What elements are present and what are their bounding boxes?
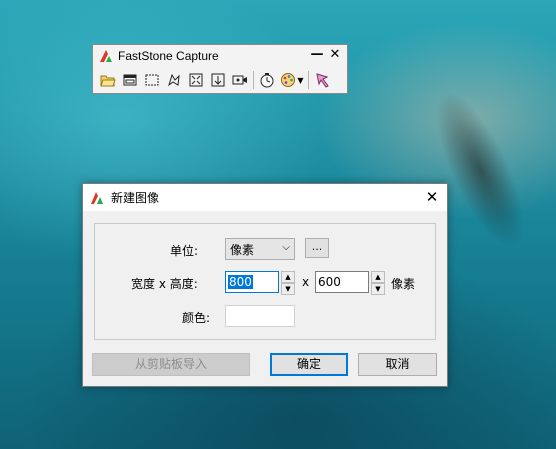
capture-freehand-button[interactable] (163, 70, 185, 90)
size-unit-label: 像素 (391, 277, 416, 291)
more-options-button[interactable]: ... (305, 238, 329, 258)
cancel-button[interactable]: 取消 (358, 353, 437, 376)
capture-fullscreen-button[interactable] (185, 70, 207, 90)
width-input-value: 800 (228, 275, 253, 289)
output-destination-button[interactable]: ▼ (278, 70, 306, 90)
chevron-down-icon: ▼ (297, 75, 304, 85)
toolbar-title: FastStone Capture (118, 49, 219, 63)
faststone-logo-icon (100, 50, 112, 62)
times-label: x (302, 275, 310, 289)
dialog-app-icon (91, 191, 103, 204)
spin-down-icon[interactable]: ▼ (371, 283, 385, 295)
color-label: 颜色: (182, 311, 211, 325)
height-input[interactable]: 600 (315, 271, 369, 293)
size-label: 宽度 x 高度: (131, 277, 198, 291)
spin-up-icon[interactable]: ▲ (281, 271, 295, 283)
width-spinner[interactable]: ▲ ▼ (281, 271, 295, 295)
output-palette-icon (281, 73, 296, 87)
color-picker[interactable] (225, 305, 295, 327)
toolbar-separator (253, 71, 254, 89)
settings-icon (316, 73, 329, 88)
capture-freehand-icon (168, 73, 180, 87)
spin-up-icon[interactable]: ▲ (371, 271, 385, 283)
screen-recorder-icon (232, 75, 247, 85)
height-spinner[interactable]: ▲ ▼ (371, 271, 385, 295)
toolbar-titlebar[interactable]: FastStone Capture — ✕ (93, 45, 347, 67)
ok-button[interactable]: 确定 (270, 353, 348, 376)
open-folder-icon (100, 75, 116, 87)
delay-timer-button[interactable] (256, 70, 278, 90)
capture-tools: ▼ (93, 67, 347, 93)
unit-label: 单位: (170, 244, 199, 258)
delay-timer-icon (260, 73, 274, 88)
dialog-titlebar[interactable]: 新建图像 ✕ (83, 184, 447, 211)
capture-window-icon (123, 74, 137, 86)
width-input[interactable]: 800 (225, 271, 279, 293)
minimize-button[interactable]: — (309, 47, 325, 63)
capture-scrolling-icon (211, 73, 225, 87)
dialog-close-button[interactable]: ✕ (417, 184, 447, 211)
capture-window-button[interactable] (119, 70, 141, 90)
screen-recorder-button[interactable] (229, 70, 251, 90)
capture-scrolling-button[interactable] (207, 70, 229, 90)
height-input-value: 600 (318, 275, 341, 289)
spin-down-icon[interactable]: ▼ (281, 283, 295, 295)
new-image-dialog[interactable]: 新建图像 ✕ 单位: 像素 ⌵ ... 宽度 x 高度: 800 ▲ ▼ x 6… (82, 183, 448, 387)
settings-group: 单位: 像素 ⌵ ... 宽度 x 高度: 800 ▲ ▼ x 600 ▲ ▼ … (94, 223, 436, 340)
capture-rectangle-icon (145, 74, 159, 86)
unit-select[interactable]: 像素 ⌵ (225, 238, 295, 260)
paste-from-clipboard-button[interactable]: 从剪贴板导入 (92, 353, 250, 376)
capture-rectangle-button[interactable] (141, 70, 163, 90)
open-folder-button[interactable] (97, 70, 119, 90)
capture-fullscreen-icon (189, 73, 203, 87)
faststone-capture-toolbar[interactable]: FastStone Capture — ✕ ▼ (92, 44, 348, 94)
unit-select-value: 像素 (230, 242, 255, 257)
toolbar-close-button[interactable]: ✕ (327, 47, 343, 63)
toolbar-separator (308, 71, 309, 89)
dialog-title: 新建图像 (111, 191, 160, 205)
chevron-down-icon: ⌵ (282, 242, 290, 253)
settings-menu-button[interactable] (311, 70, 333, 90)
